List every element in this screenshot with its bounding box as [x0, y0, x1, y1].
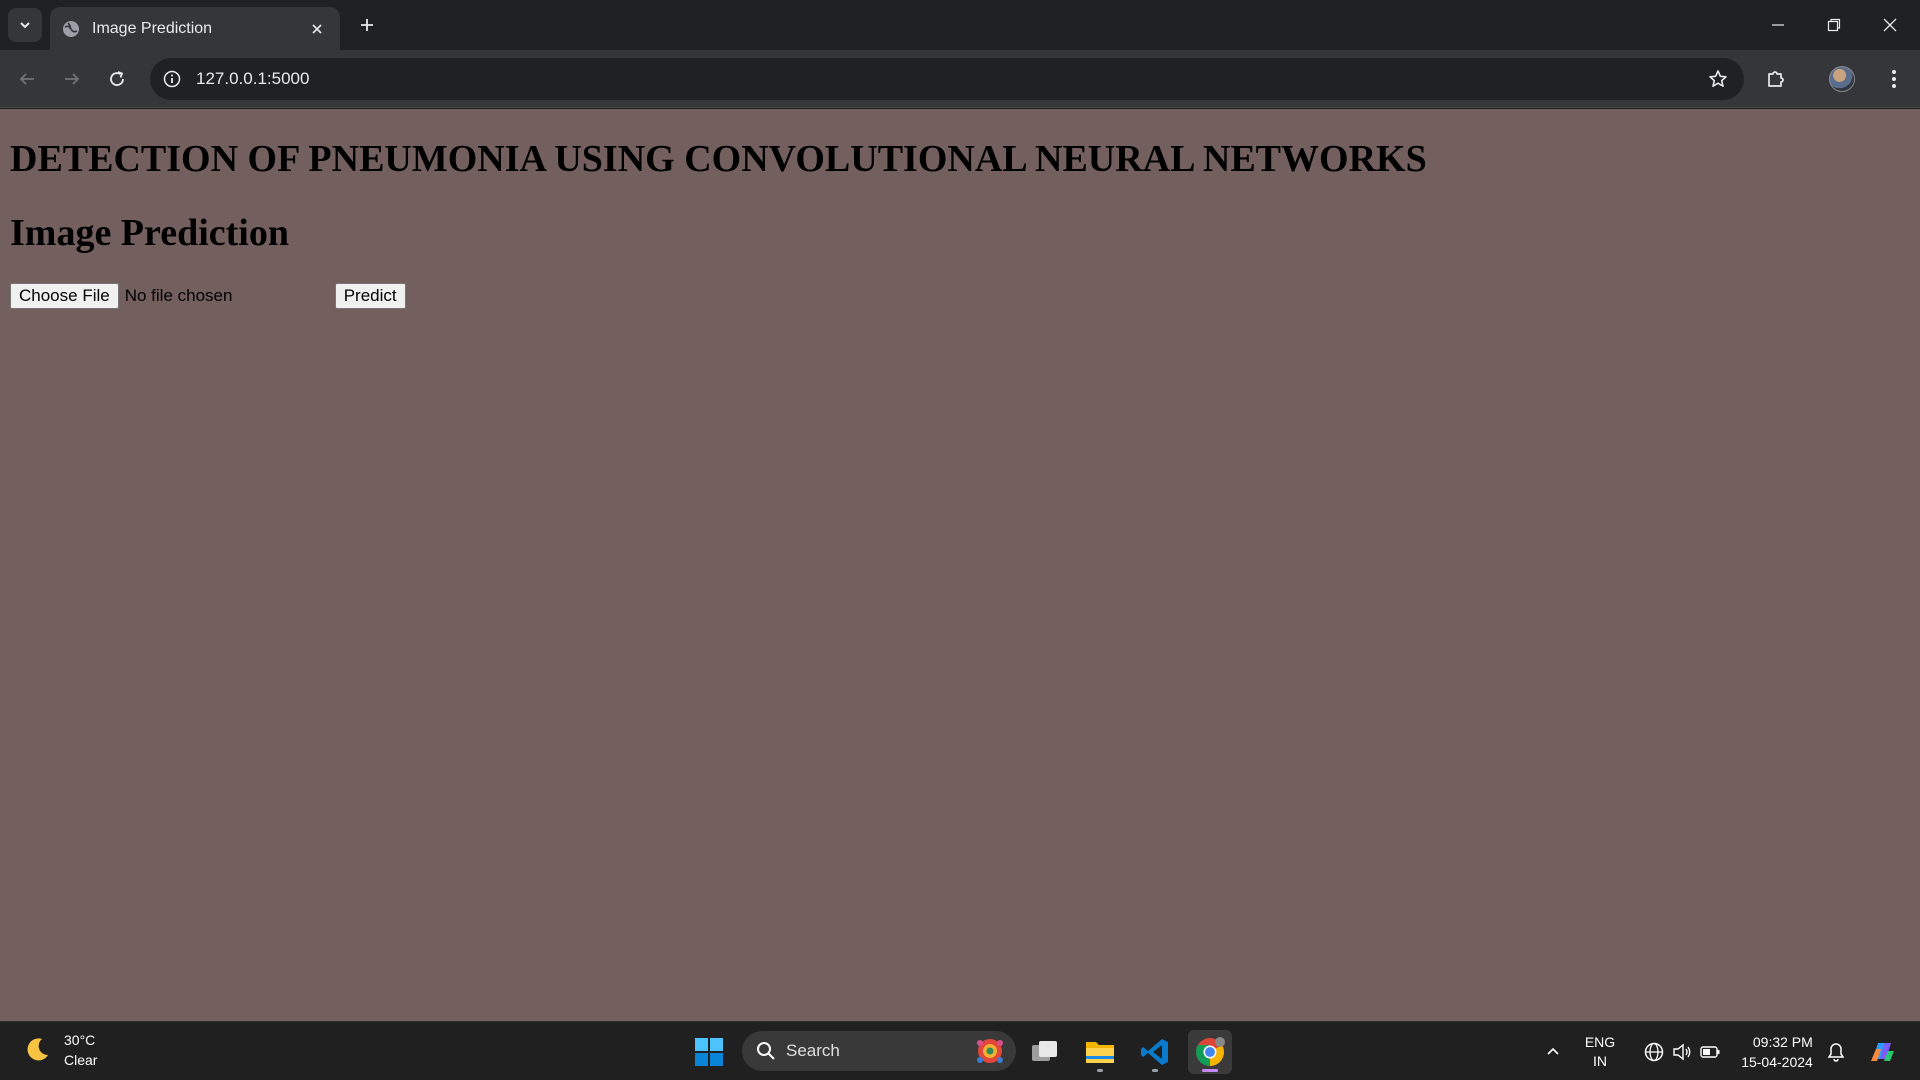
- search-icon: [757, 1042, 775, 1060]
- choose-file-button[interactable]: Choose File: [10, 283, 119, 309]
- page-title: DETECTION OF PNEUMONIA USING CONVOLUTION…: [10, 138, 1427, 180]
- tab-title: Image Prediction: [92, 19, 213, 37]
- close-icon: [1883, 18, 1897, 32]
- browser-tab-strip: Image Prediction: [0, 0, 1920, 50]
- moon-icon: [27, 1038, 48, 1061]
- chrome-menu-button[interactable]: [1876, 61, 1912, 97]
- minimize-button[interactable]: [1750, 0, 1806, 50]
- tab-image-prediction[interactable]: Image Prediction: [50, 7, 340, 50]
- running-indicator: [1152, 1069, 1158, 1072]
- active-indicator: [1202, 1069, 1218, 1072]
- globe-icon: [62, 20, 80, 38]
- battery-icon: [1700, 1045, 1720, 1058]
- chrome-icon: [1196, 1037, 1225, 1066]
- upload-form: Choose File No file chosen Predict: [10, 283, 406, 309]
- bookmark-star-icon[interactable]: [1700, 61, 1736, 97]
- clock-date: 15-04-2024: [1741, 1053, 1813, 1070]
- more-vertical-icon: [1892, 70, 1896, 88]
- tab-search-button[interactable]: [8, 8, 42, 42]
- new-tab-button[interactable]: [352, 10, 382, 40]
- weather-temperature: 30°C: [64, 1032, 96, 1048]
- clock-button[interactable]: 09:32 PM 15-04-2024: [1732, 1022, 1822, 1080]
- restore-icon: [1827, 18, 1841, 32]
- file-status-label: No file chosen: [124, 286, 233, 305]
- vscode-button[interactable]: [1133, 1030, 1177, 1074]
- reload-button[interactable]: [99, 61, 135, 97]
- taskbar-search[interactable]: Search: [742, 1031, 1016, 1071]
- back-button[interactable]: [9, 61, 45, 97]
- copilot-icon: [1871, 1042, 1894, 1061]
- windows-taskbar: 30°C Clear Search ENG IN 09:32 PM 15-04-…: [0, 1021, 1920, 1080]
- chevron-down-icon: [20, 22, 30, 29]
- site-info-icon[interactable]: [154, 61, 190, 97]
- puzzle-icon: [1768, 71, 1784, 87]
- notification-bell-icon: [1827, 1042, 1845, 1062]
- close-tab-icon[interactable]: [306, 18, 328, 40]
- volume-icon: [1673, 1043, 1691, 1060]
- forward-button[interactable]: [54, 61, 90, 97]
- browser-toolbar: 127.0.0.1:5000: [0, 50, 1920, 108]
- address-bar[interactable]: 127.0.0.1:5000: [150, 58, 1744, 100]
- profile-button[interactable]: [1824, 61, 1860, 97]
- language-region: IN: [1593, 1052, 1607, 1069]
- restore-button[interactable]: [1806, 0, 1862, 50]
- quick-settings-button[interactable]: [1634, 1022, 1730, 1080]
- running-indicator: [1097, 1069, 1103, 1072]
- search-highlight-icon: [977, 1039, 1003, 1063]
- language-indicator[interactable]: ENG IN: [1578, 1022, 1622, 1080]
- network-globe-icon: [1644, 1042, 1664, 1061]
- windows-logo-icon: [695, 1038, 723, 1066]
- close-window-button[interactable]: [1862, 0, 1918, 50]
- clock-time: 09:32 PM: [1752, 1033, 1813, 1050]
- chrome-taskbar-button[interactable]: [1188, 1030, 1232, 1074]
- page-viewport: DETECTION OF PNEUMONIA USING CONVOLUTION…: [0, 109, 1920, 1021]
- reload-icon: [110, 71, 124, 86]
- show-hidden-icons-button[interactable]: [1538, 1022, 1568, 1080]
- plus-icon: [361, 19, 373, 31]
- folder-icon: [1086, 1042, 1114, 1063]
- avatar: [1829, 66, 1855, 92]
- section-heading: Image Prediction: [10, 212, 289, 254]
- file-explorer-button[interactable]: [1078, 1030, 1122, 1074]
- chevron-up-icon: [1547, 1047, 1559, 1055]
- extensions-button[interactable]: [1758, 61, 1794, 97]
- start-button[interactable]: [687, 1030, 731, 1074]
- minimize-icon: [1772, 24, 1784, 26]
- notifications-button[interactable]: [1824, 1022, 1848, 1080]
- weather-widget[interactable]: 30°C Clear: [22, 1030, 97, 1070]
- task-view-button[interactable]: [1023, 1030, 1067, 1074]
- address-url[interactable]: 127.0.0.1:5000: [196, 69, 1700, 89]
- vscode-icon: [1141, 1039, 1168, 1065]
- forward-arrow-icon: [65, 73, 80, 85]
- language-code: ENG: [1584, 1033, 1616, 1050]
- predict-button[interactable]: Predict: [334, 283, 406, 309]
- task-view-icon: [1032, 1041, 1057, 1061]
- weather-condition: Clear: [64, 1052, 98, 1068]
- back-arrow-icon: [19, 73, 34, 85]
- copilot-button[interactable]: [1862, 1022, 1902, 1080]
- search-label: Search: [786, 1041, 840, 1060]
